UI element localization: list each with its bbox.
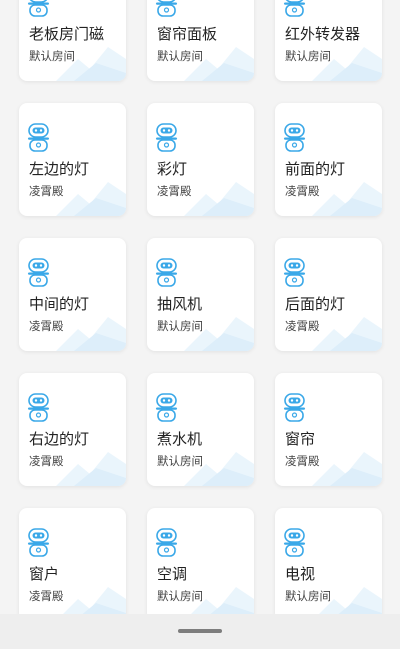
robot-icon (156, 123, 177, 152)
device-name: 窗帘面板 (157, 25, 218, 43)
device-room: 默认房间 (285, 49, 331, 63)
robot-icon (156, 0, 177, 17)
device-name: 窗帘 (285, 430, 316, 448)
device-room: 默认房间 (157, 589, 203, 603)
robot-icon (284, 393, 305, 422)
device-grid: 老板房门磁 默认房间 窗帘面板 默认房间 红外转发器 默认房间 左边的灯 凌霄殿… (19, 0, 382, 621)
device-card[interactable]: 中间的灯 凌霄殿 (19, 238, 126, 351)
device-name: 电视 (285, 565, 316, 583)
device-room: 凌霄殿 (29, 184, 64, 198)
device-card[interactable]: 空调 默认房间 (147, 508, 254, 621)
robot-icon (284, 258, 305, 287)
device-card[interactable]: 抽风机 默认房间 (147, 238, 254, 351)
device-name: 煮水机 (157, 430, 203, 448)
device-card[interactable]: 窗户 凌霄殿 (19, 508, 126, 621)
device-name: 前面的灯 (285, 160, 346, 178)
device-card[interactable]: 红外转发器 默认房间 (275, 0, 382, 81)
device-card[interactable]: 窗帘面板 默认房间 (147, 0, 254, 81)
device-name: 抽风机 (157, 295, 203, 313)
device-name: 左边的灯 (29, 160, 90, 178)
device-card[interactable]: 右边的灯 凌霄殿 (19, 373, 126, 486)
robot-icon (284, 123, 305, 152)
device-room: 凌霄殿 (285, 454, 320, 468)
device-room: 凌霄殿 (157, 184, 192, 198)
device-room: 凌霄殿 (285, 184, 320, 198)
device-name: 右边的灯 (29, 430, 90, 448)
device-name: 红外转发器 (285, 25, 361, 43)
device-room: 默认房间 (157, 454, 203, 468)
device-name: 老板房门磁 (29, 25, 105, 43)
device-name: 彩灯 (157, 160, 188, 178)
device-card[interactable]: 前面的灯 凌霄殿 (275, 103, 382, 216)
device-room: 默认房间 (285, 589, 331, 603)
robot-icon (156, 528, 177, 557)
device-card[interactable]: 老板房门磁 默认房间 (19, 0, 126, 81)
device-name: 空调 (157, 565, 188, 583)
device-name: 中间的灯 (29, 295, 90, 313)
robot-icon (28, 123, 49, 152)
device-card[interactable]: 煮水机 默认房间 (147, 373, 254, 486)
robot-icon (28, 393, 49, 422)
robot-icon (156, 258, 177, 287)
device-room: 凌霄殿 (29, 589, 64, 603)
device-name: 窗户 (29, 565, 60, 583)
device-room: 凌霄殿 (285, 319, 320, 333)
robot-icon (28, 0, 49, 17)
device-room: 默认房间 (157, 49, 203, 63)
robot-icon (284, 0, 305, 17)
device-card[interactable]: 电视 默认房间 (275, 508, 382, 621)
robot-icon (156, 393, 177, 422)
mountain-decoration (312, 452, 382, 486)
robot-icon (28, 258, 49, 287)
device-card[interactable]: 彩灯 凌霄殿 (147, 103, 254, 216)
system-navigation-bar (0, 614, 400, 649)
device-card[interactable]: 后面的灯 凌霄殿 (275, 238, 382, 351)
robot-icon (284, 528, 305, 557)
device-name: 后面的灯 (285, 295, 346, 313)
device-room: 默认房间 (29, 49, 75, 63)
device-room: 凌霄殿 (29, 454, 64, 468)
home-indicator[interactable] (178, 629, 222, 633)
device-room: 凌霄殿 (29, 319, 64, 333)
robot-icon (28, 528, 49, 557)
device-room: 默认房间 (157, 319, 203, 333)
device-card[interactable]: 左边的灯 凌霄殿 (19, 103, 126, 216)
device-card[interactable]: 窗帘 凌霄殿 (275, 373, 382, 486)
mountain-decoration (184, 182, 254, 216)
